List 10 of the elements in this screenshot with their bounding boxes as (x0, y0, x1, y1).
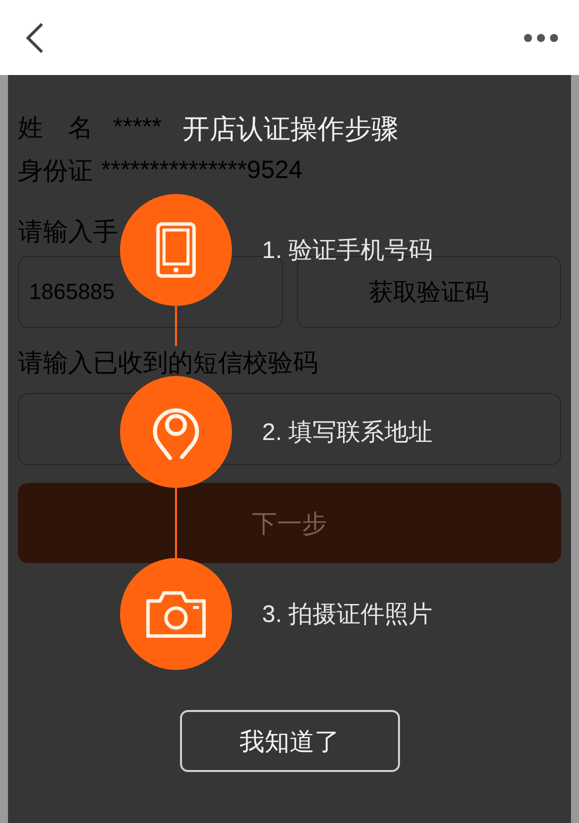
tablet-icon (156, 222, 196, 278)
guide-title: 开店认证操作步骤 (182, 113, 398, 146)
more-icon[interactable] (523, 32, 559, 42)
camera-icon (145, 589, 207, 639)
back-icon[interactable] (24, 22, 44, 54)
name-value: ***** (113, 113, 162, 142)
step-label: 2. 填写联系地址 (262, 418, 433, 448)
next-button[interactable]: 下一步 (18, 483, 561, 563)
step-label: 3. 拍摄证件照片 (262, 600, 433, 630)
got-it-button[interactable]: 我知道了 (180, 710, 400, 772)
